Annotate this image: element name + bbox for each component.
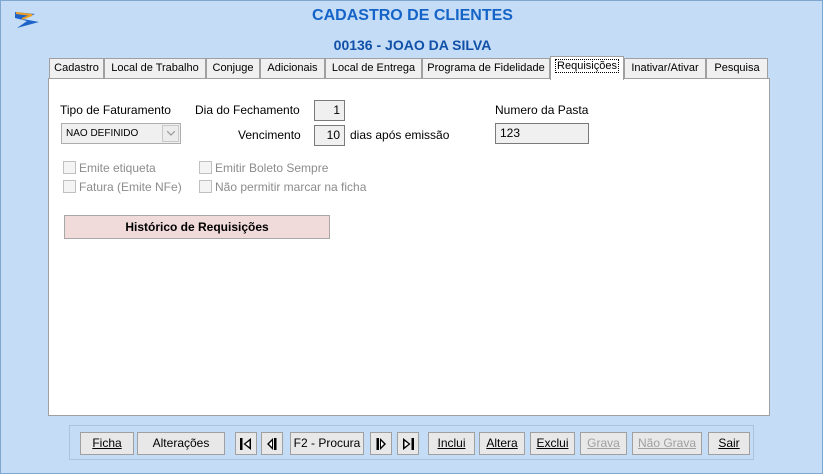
client-header: 00136 - JOAO DA SILVA <box>333 37 492 53</box>
alteracoes-button[interactable]: Alterações <box>137 432 225 455</box>
tab-pesquisa[interactable]: Pesquisa <box>706 58 768 79</box>
previous-record-button[interactable] <box>261 432 283 455</box>
previous-record-icon <box>267 438 277 450</box>
checkbox-box[interactable] <box>199 180 212 193</box>
emitir-boleto-label: Emitir Boleto Sempre <box>215 161 329 175</box>
tipo-faturamento-value: NAO DEFINIDO <box>66 128 139 139</box>
next-record-button[interactable] <box>370 432 392 455</box>
dia-fechamento-field[interactable]: 1 <box>314 100 345 121</box>
first-record-icon <box>240 438 251 450</box>
first-record-button[interactable] <box>235 432 257 455</box>
emite-etiqueta-label: Emite etiqueta <box>79 161 156 175</box>
exclui-button[interactable]: Exclui <box>530 432 575 455</box>
grava-button[interactable]: Grava <box>580 432 627 455</box>
vencimento-label: Vencimento <box>238 128 301 142</box>
inclui-button[interactable]: Inclui <box>428 432 475 455</box>
dia-fechamento-label: Dia do Fechamento <box>195 103 300 117</box>
tab-local-de-trabalho[interactable]: Local de Trabalho <box>104 58 206 79</box>
emite-etiqueta-checkbox[interactable]: Emite etiqueta <box>63 161 156 177</box>
numero-pasta-label: Numero da Pasta <box>495 103 589 117</box>
requisicoes-panel: Tipo de Faturamento NAO DEFINIDO Dia do … <box>48 78 770 416</box>
vencimento-suffix: dias após emissão <box>350 128 450 142</box>
tab-adicionais[interactable]: Adicionais <box>260 58 325 79</box>
nao-permitir-checkbox[interactable]: Não permitir marcar na ficha <box>199 180 366 196</box>
procura-button[interactable]: F2 - Procura <box>290 432 364 455</box>
footer-toolbar: Ficha Alterações F2 - Procura Inclui Alt… <box>69 425 754 460</box>
tab-inativar-ativar[interactable]: Inativar/Ativar <box>624 58 706 79</box>
last-record-icon <box>403 438 414 450</box>
checkbox-box[interactable] <box>63 161 76 174</box>
checkbox-box[interactable] <box>63 180 76 193</box>
altera-button[interactable]: Altera <box>479 432 525 455</box>
emitir-boleto-checkbox[interactable]: Emitir Boleto Sempre <box>199 161 328 177</box>
tab-conjuge[interactable]: Conjuge <box>206 58 260 79</box>
client-registration-window: CADASTRO DE CLIENTES 00136 - JOAO DA SIL… <box>0 0 823 474</box>
tab-local-de-entrega[interactable]: Local de Entrega <box>325 58 422 79</box>
window-title: CADASTRO DE CLIENTES <box>312 7 513 24</box>
fatura-checkbox[interactable]: Fatura (Emite NFe) <box>63 180 182 196</box>
tab-programa-de-fidelidade[interactable]: Programa de Fidelidade <box>422 58 550 79</box>
next-record-icon <box>376 438 386 450</box>
tipo-faturamento-label: Tipo de Faturamento <box>60 103 171 117</box>
sair-button[interactable]: Sair <box>708 432 750 455</box>
numero-pasta-field[interactable]: 123 <box>495 123 589 144</box>
tab-requisicoes[interactable]: Requisições <box>550 56 624 80</box>
historico-requisicoes-button[interactable]: Histórico de Requisições <box>64 215 330 239</box>
vencimento-field[interactable]: 10 <box>314 125 345 146</box>
nao-grava-button[interactable]: Não Grava <box>632 432 702 455</box>
tipo-faturamento-select[interactable]: NAO DEFINIDO <box>61 123 181 144</box>
fatura-label: Fatura (Emite NFe) <box>79 180 182 194</box>
tab-cadastro[interactable]: Cadastro <box>49 58 104 79</box>
dropdown-arrow-icon[interactable] <box>162 125 179 142</box>
nao-permitir-label: Não permitir marcar na ficha <box>215 180 367 194</box>
last-record-button[interactable] <box>397 432 419 455</box>
ficha-button[interactable]: Ficha <box>80 432 134 455</box>
checkbox-box[interactable] <box>199 161 212 174</box>
